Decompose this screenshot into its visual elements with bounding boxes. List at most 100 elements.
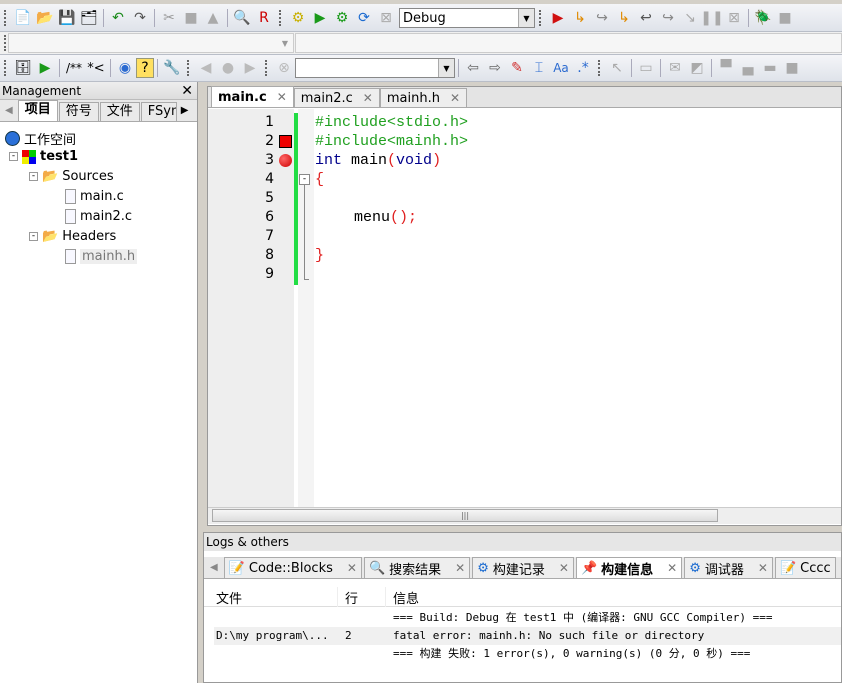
new-file-icon[interactable]: 📄 — [12, 8, 34, 28]
debug-start-icon[interactable]: ▶ — [547, 8, 569, 28]
database-icon[interactable]: 🗄 — [12, 58, 34, 78]
cut-icon[interactable]: ✂ — [158, 8, 180, 28]
column-message[interactable]: 信息 — [393, 588, 419, 607]
message-row[interactable]: === Build: Debug 在 test1 中 (编译器: GNU GCC… — [214, 609, 841, 627]
rect-icon[interactable]: ▭ — [635, 58, 657, 78]
paste-icon[interactable]: ▲ — [202, 8, 224, 28]
tab-scroll-left-icon[interactable]: ◀ — [0, 105, 18, 116]
close-icon[interactable]: ✕ — [363, 91, 373, 105]
log-tab-search[interactable]: 🔍 搜索结果 ✕ — [363, 557, 471, 578]
debug-info-icon[interactable]: ■ — [774, 8, 796, 28]
envelope-icon[interactable]: ✉ — [664, 58, 686, 78]
copy-icon[interactable]: ■ — [180, 8, 202, 28]
close-icon[interactable]: ✕ — [559, 561, 569, 575]
run-icon[interactable]: ▶ — [309, 8, 331, 28]
gutter[interactable] — [208, 109, 294, 507]
tree-project[interactable]: - test1 — [9, 149, 78, 164]
log-tab-cccc[interactable]: 📝 Cccc — [774, 557, 836, 578]
close-icon[interactable]: ✕ — [277, 90, 287, 104]
help-icon[interactable]: ? — [136, 58, 154, 78]
scope-select[interactable]: ▼ — [8, 33, 294, 53]
prev-bookmark-icon[interactable]: ◀ — [195, 58, 217, 78]
comment-line-button[interactable]: *< — [85, 58, 107, 78]
layout-top-icon[interactable]: ▀ — [715, 58, 737, 78]
back-icon[interactable]: ⇦ — [462, 58, 484, 78]
forward-icon[interactable]: ⇨ — [484, 58, 506, 78]
save-icon[interactable]: 💾 — [56, 8, 78, 28]
editor-tab-main-c[interactable]: main.c ✕ — [211, 86, 294, 107]
chevron-down-icon[interactable]: ▼ — [277, 34, 293, 52]
globe-icon[interactable]: ◉ — [114, 58, 136, 78]
bookmark-marker[interactable] — [279, 135, 292, 148]
toggle-bookmark-icon[interactable]: ● — [217, 58, 239, 78]
undo-icon[interactable]: ↶ — [107, 8, 129, 28]
next-line-icon[interactable]: ↪ — [591, 8, 613, 28]
layout-full-icon[interactable]: ■ — [781, 58, 803, 78]
form-icon[interactable]: ◩ — [686, 58, 708, 78]
select-text-icon[interactable]: ⌶ — [528, 58, 550, 78]
pointer-icon[interactable]: ↖ — [606, 58, 628, 78]
close-icon[interactable]: ✕ — [450, 91, 460, 105]
wrench-icon[interactable]: 🔧 — [161, 58, 183, 78]
next-bookmark-icon[interactable]: ▶ — [239, 58, 261, 78]
chevron-down-icon[interactable]: ▼ — [518, 9, 534, 27]
save-all-icon[interactable]: 🗂 — [78, 8, 100, 28]
log-tab-build-messages[interactable]: 📌 构建信息 ✕ — [575, 557, 683, 578]
build-run-icon[interactable]: ⚙ — [331, 8, 353, 28]
step-out-icon[interactable]: ↩ — [635, 8, 657, 28]
pause-icon[interactable]: ❚❚ — [700, 8, 723, 28]
tree-file[interactable]: main.c — [65, 189, 124, 204]
tab-scroll-left-icon[interactable]: ◀ — [204, 562, 224, 573]
layout-bottom-icon[interactable]: ▄ — [737, 58, 759, 78]
build-icon[interactable]: ⚙ — [287, 8, 309, 28]
breakpoint-marker[interactable] — [279, 154, 292, 167]
layout-mid-icon[interactable]: ▬ — [759, 58, 781, 78]
close-icon[interactable]: ✕ — [347, 561, 357, 575]
close-icon[interactable]: ✕ — [181, 82, 193, 100]
tab-fsymbols[interactable]: FSym — [140, 102, 177, 121]
tab-projects[interactable]: 项目 — [17, 100, 58, 121]
highlight-icon[interactable]: ✎ — [506, 58, 528, 78]
step-instruction-icon[interactable]: ↘ — [679, 8, 701, 28]
log-tab-build-log[interactable]: ⚙ 构建记录 ✕ — [472, 557, 574, 578]
search-combo[interactable]: ▼ — [295, 58, 455, 78]
regex-icon[interactable]: .* — [572, 58, 594, 78]
fold-toggle[interactable]: - — [299, 174, 310, 185]
comment-block-button[interactable]: /** — [63, 58, 85, 78]
open-icon[interactable]: 📂 — [34, 8, 56, 28]
toolbar-grip[interactable] — [4, 10, 8, 26]
horizontal-scrollbar[interactable]: ||| — [208, 507, 841, 524]
column-line[interactable]: 行 — [345, 588, 358, 607]
tab-symbols[interactable]: 符号 — [58, 102, 99, 121]
tree-file[interactable]: main2.c — [65, 209, 132, 224]
close-icon[interactable]: ✕ — [758, 561, 768, 575]
scrollbar-thumb[interactable]: ||| — [212, 509, 718, 522]
replace-icon[interactable]: R — [253, 8, 275, 28]
editor-tab-main2-c[interactable]: main2.c ✕ — [293, 88, 380, 107]
match-case-icon[interactable]: Aa — [550, 58, 572, 78]
tree-file[interactable]: mainh.h — [65, 249, 138, 264]
debug-windows-icon[interactable]: 🪲 — [752, 8, 774, 28]
function-select[interactable] — [295, 33, 842, 53]
close-icon[interactable]: ✕ — [455, 561, 465, 575]
run-to-cursor-icon[interactable]: ↳ — [569, 8, 591, 28]
tab-files[interactable]: 文件 — [99, 102, 140, 121]
message-row[interactable]: === 构建 失败: 1 error(s), 0 warning(s) (0 分… — [214, 645, 841, 663]
stop-debug-icon[interactable]: ⊠ — [723, 8, 745, 28]
message-row[interactable]: D:\my program\... 2 fatal error: mainh.h: … — [214, 627, 841, 645]
editor-tab-mainh-h[interactable]: mainh.h ✕ — [379, 88, 468, 107]
abort-icon[interactable]: ⊠ — [375, 8, 397, 28]
tree-folder-headers[interactable]: - 📂 Headers — [29, 229, 116, 244]
close-icon[interactable]: ✕ — [667, 561, 677, 575]
column-file[interactable]: 文件 — [216, 588, 242, 607]
find-icon[interactable]: 🔍 — [231, 8, 253, 28]
tab-scroll-right-icon[interactable]: ▶ — [178, 105, 192, 116]
tree-workspace[interactable]: 工作空间 — [5, 129, 76, 148]
log-tab-codeblocks[interactable]: 📝 Code::Blocks ✕ — [223, 557, 362, 578]
step-into-icon[interactable]: ↳ — [613, 8, 635, 28]
next-instruction-icon[interactable]: ↪ — [657, 8, 679, 28]
tree-folder-sources[interactable]: - 📂 Sources — [29, 169, 114, 184]
redo-icon[interactable]: ↷ — [129, 8, 151, 28]
rebuild-icon[interactable]: ⟳ — [353, 8, 375, 28]
chevron-down-icon[interactable]: ▼ — [438, 59, 454, 77]
